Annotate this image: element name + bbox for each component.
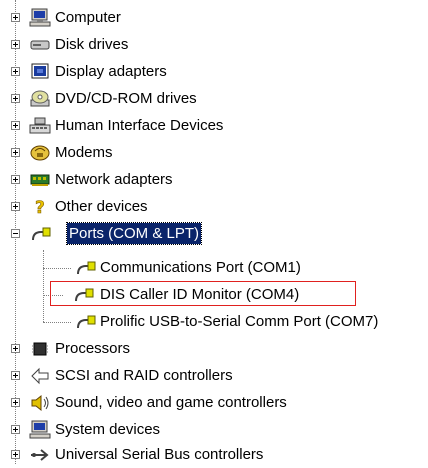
expand-toggle-dvd-cdrom[interactable] (11, 94, 20, 103)
expand-toggle-sound[interactable] (11, 398, 20, 407)
tree-item-com7[interactable]: Prolific USB-to-Serial Comm Port (COM7) (0, 308, 428, 335)
hid-icon (29, 116, 51, 136)
tree-item-com4[interactable]: DIS Caller ID Monitor (COM4) (0, 281, 428, 308)
system-device-icon (29, 420, 51, 440)
svg-text:?: ? (35, 198, 45, 217)
expand-toggle-usb[interactable] (11, 450, 20, 459)
tree-item-label: Prolific USB-to-Serial Comm Port (COM7) (100, 313, 379, 330)
device-tree: Computer Disk drives Display adapters DV… (0, 0, 428, 464)
tree-item-disk-drives[interactable]: Disk drives (0, 31, 428, 58)
tree-item-label: Display adapters (55, 63, 167, 80)
network-adapter-icon (29, 170, 51, 190)
tree-item-network-adapters[interactable]: Network adapters (0, 166, 428, 193)
display-adapter-icon (29, 62, 51, 82)
tree-item-modems[interactable]: Modems (0, 139, 428, 166)
tree-item-label: Computer (55, 9, 121, 26)
scsi-icon (29, 366, 51, 386)
tree-item-label: Processors (55, 340, 131, 357)
disk-drive-icon (29, 35, 51, 55)
tree-item-label: DIS Caller ID Monitor (COM4) (100, 286, 300, 303)
tree-item-com1[interactable]: Communications Port (COM1) (0, 254, 428, 281)
tree-item-label: DVD/CD-ROM drives (55, 90, 197, 107)
unknown-device-icon: ? (29, 197, 51, 217)
tree-item-dvd-cdrom[interactable]: DVD/CD-ROM drives (0, 85, 428, 112)
cdrom-icon (29, 89, 51, 109)
expand-toggle-other-devices[interactable] (11, 202, 20, 211)
collapse-toggle-ports[interactable] (11, 229, 20, 238)
tree-item-label: Universal Serial Bus controllers (55, 446, 264, 463)
tree-item-scsi[interactable]: SCSI and RAID controllers (0, 362, 428, 389)
processor-icon (29, 339, 51, 359)
expand-toggle-system-devices[interactable] (11, 425, 20, 434)
tree-item-display-adapters[interactable]: Display adapters (0, 58, 428, 85)
port-icon (72, 285, 94, 305)
tree-item-computer[interactable]: Computer (0, 4, 428, 31)
expand-toggle-network-adapters[interactable] (11, 175, 20, 184)
port-icon (74, 258, 96, 278)
expand-toggle-processors[interactable] (11, 344, 20, 353)
tree-item-label: Modems (55, 144, 113, 161)
expand-toggle-computer[interactable] (11, 13, 20, 22)
tree-item-label: Ports (COM & LPT) (65, 222, 203, 245)
modem-icon (29, 143, 51, 163)
tree-item-label: Other devices (55, 198, 148, 215)
expand-toggle-scsi[interactable] (11, 371, 20, 380)
tree-item-label: SCSI and RAID controllers (55, 367, 233, 384)
computer-icon (29, 8, 51, 28)
expand-toggle-hid[interactable] (11, 121, 20, 130)
tree-item-ports[interactable]: Ports (COM & LPT) (0, 220, 428, 247)
tree-item-label: Human Interface Devices (55, 117, 224, 134)
tree-item-sound[interactable]: Sound, video and game controllers (0, 389, 428, 416)
tree-item-label: Network adapters (55, 171, 173, 188)
tree-item-hid[interactable]: Human Interface Devices (0, 112, 428, 139)
tree-item-label: System devices (55, 421, 161, 438)
expand-toggle-display-adapters[interactable] (11, 67, 20, 76)
tree-item-label: Disk drives (55, 36, 129, 53)
tree-item-label: Communications Port (COM1) (100, 259, 301, 276)
usb-icon (29, 445, 51, 465)
expand-toggle-disk-drives[interactable] (11, 40, 20, 49)
tree-item-label: Sound, video and game controllers (55, 394, 287, 411)
port-icon (74, 312, 96, 332)
port-icon (29, 224, 51, 244)
tree-item-system-devices[interactable]: System devices (0, 416, 428, 443)
tree-item-other-devices[interactable]: ? Other devices (0, 193, 428, 220)
tree-item-processors[interactable]: Processors (0, 335, 428, 362)
sound-icon (29, 393, 51, 413)
expand-toggle-modems[interactable] (11, 148, 20, 157)
